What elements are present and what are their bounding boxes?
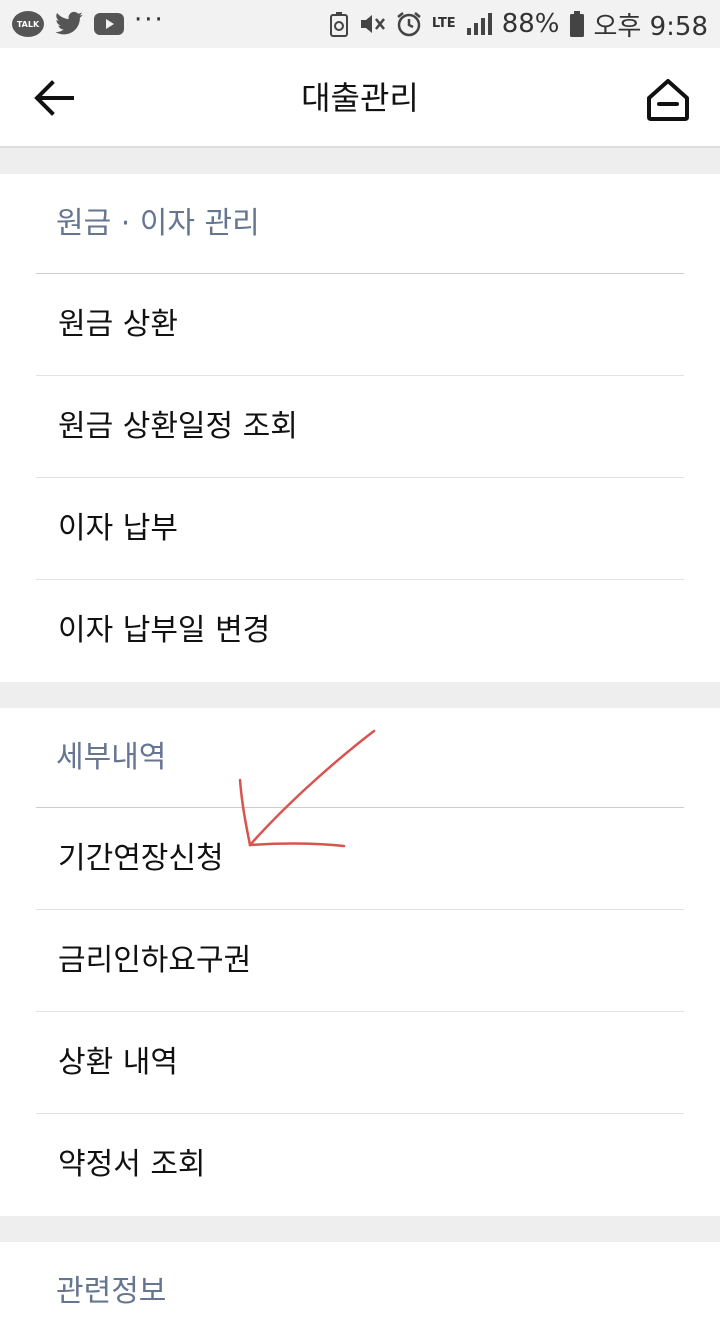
section-related-info: 관련정보 bbox=[0, 1242, 720, 1342]
youtube-icon bbox=[94, 12, 124, 36]
section-principal-interest: 원금 · 이자 관리 원금 상환 원금 상환일정 조회 이자 납부 이자 납부일… bbox=[0, 174, 720, 682]
page-title: 대출관리 bbox=[301, 79, 419, 117]
app-bar: 대출관리 bbox=[0, 48, 720, 148]
section-title: 원금 · 이자 관리 bbox=[36, 174, 684, 274]
mute-icon bbox=[358, 11, 386, 37]
menu-item-change-payment-date[interactable]: 이자 납부일 변경 bbox=[36, 580, 684, 682]
section-title: 관련정보 bbox=[56, 1274, 167, 1309]
status-right: LTE 88% 오후 9:58 bbox=[329, 6, 709, 43]
battery-percent: 88% bbox=[501, 9, 560, 39]
menu-item-repayment-history[interactable]: 상환 내역 bbox=[36, 1012, 684, 1114]
clock: 오후 9:58 bbox=[593, 11, 709, 42]
kakaotalk-icon: TALK bbox=[12, 11, 44, 37]
menu-item-principal-repayment[interactable]: 원금 상환 bbox=[36, 274, 684, 376]
battery-saver-icon bbox=[329, 11, 348, 37]
annotation-arrow-icon bbox=[238, 729, 376, 848]
menu-item-interest-payment[interactable]: 이자 납부 bbox=[36, 478, 684, 580]
menu-item-rate-cut-request[interactable]: 금리인하요구권 bbox=[36, 910, 684, 1012]
home-icon bbox=[647, 79, 689, 121]
home-button[interactable] bbox=[644, 76, 692, 124]
alarm-icon bbox=[396, 11, 422, 37]
twitter-icon bbox=[54, 11, 84, 37]
menu-item-agreement-view[interactable]: 약정서 조회 bbox=[36, 1114, 684, 1216]
battery-icon bbox=[569, 11, 584, 37]
lte-indicator: LTE bbox=[431, 16, 456, 31]
menu-item-repayment-schedule[interactable]: 원금 상환일정 조회 bbox=[36, 376, 684, 478]
status-bar: TALK ··· LTE 88% 오후 9:58 bbox=[0, 0, 720, 48]
more-notifications-icon: ··· bbox=[134, 5, 165, 35]
status-left: TALK ··· bbox=[12, 7, 165, 37]
signal-icon bbox=[466, 12, 492, 36]
